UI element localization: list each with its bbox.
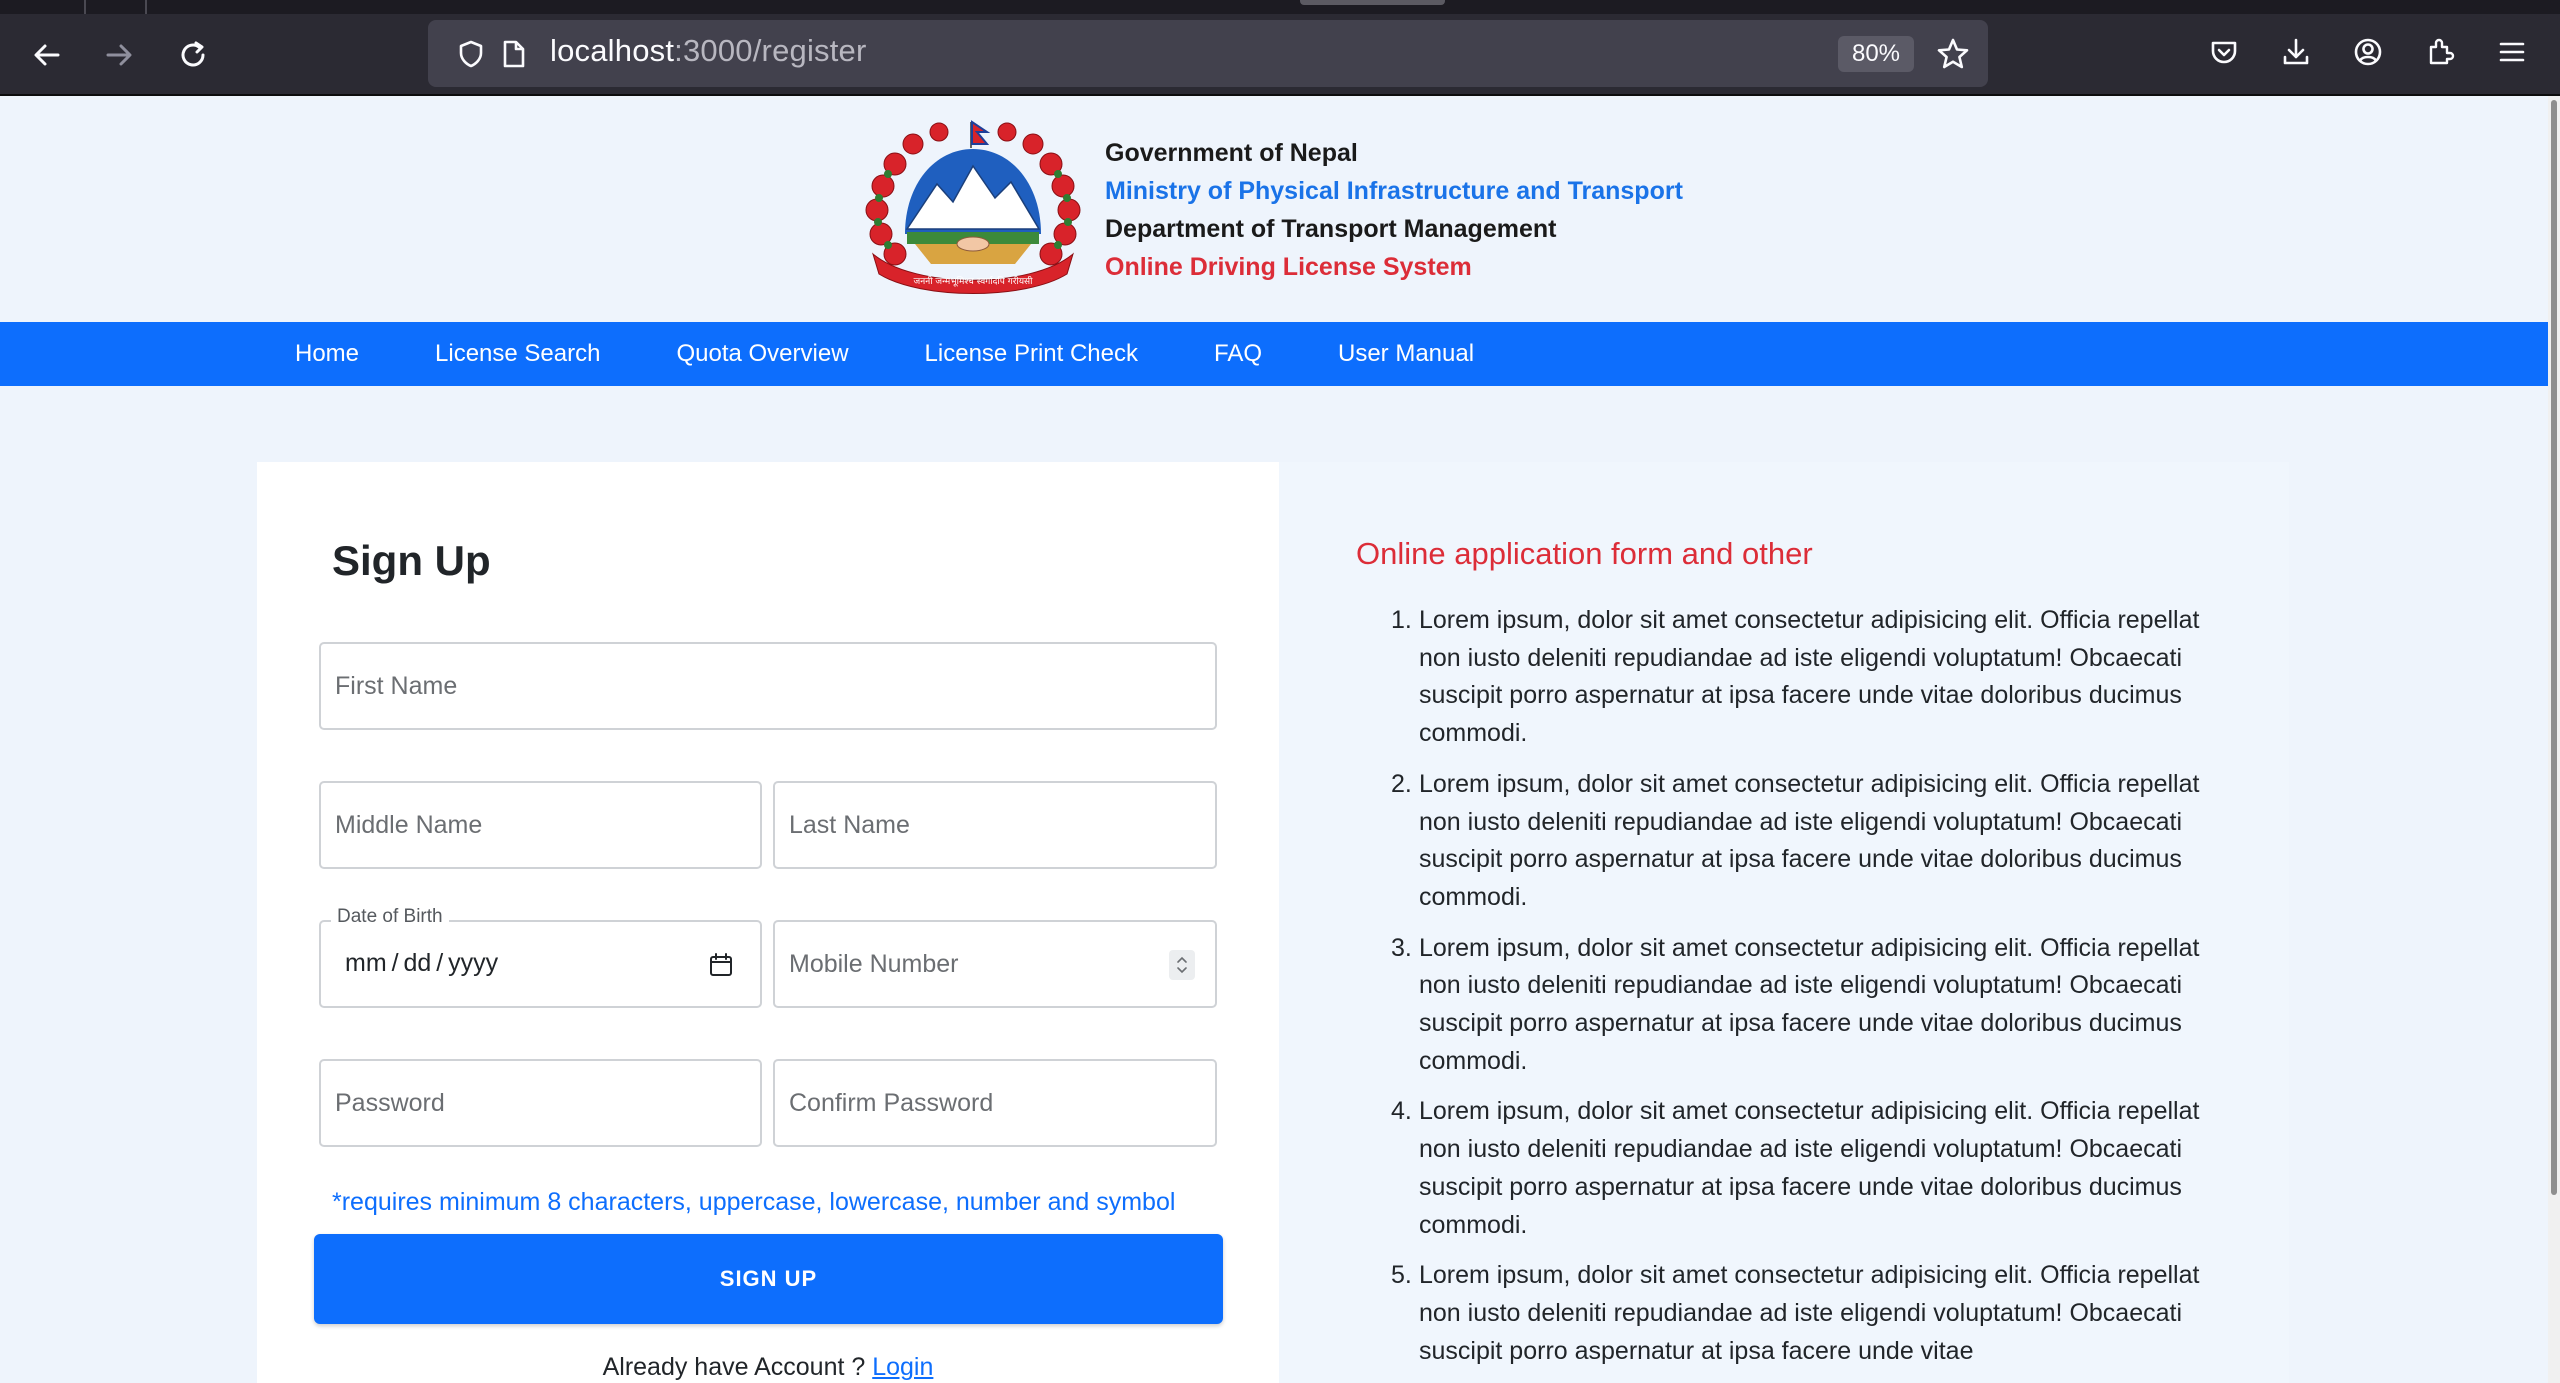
list-item-number: 5.: [1391, 1261, 1412, 1290]
list-item-text: Lorem ipsum, dolor sit amet consectetur …: [1419, 1261, 2200, 1365]
nav-item-license-search[interactable]: License Search: [435, 340, 600, 368]
back-button[interactable]: [22, 30, 72, 80]
middle-name-field[interactable]: [319, 781, 762, 869]
tab-separator: [84, 0, 86, 14]
list-item-number: 3.: [1391, 933, 1412, 962]
bookmark-star-icon[interactable]: [1936, 37, 1970, 71]
list-item-number: 2.: [1391, 769, 1412, 798]
tab-strip: [0, 0, 2560, 14]
login-link[interactable]: Login: [872, 1353, 933, 1381]
mobile-number-field[interactable]: [773, 920, 1217, 1008]
password-field[interactable]: [319, 1059, 762, 1147]
login-prompt: Already have Account ? Login: [257, 1353, 1279, 1382]
system-title: Online Driving License System: [1105, 253, 1472, 281]
header-titles: Government of Nepal Ministry of Physical…: [1105, 134, 1683, 286]
first-name-field[interactable]: [319, 642, 1217, 730]
nav-item-faq[interactable]: FAQ: [1214, 340, 1262, 368]
government-title: Government of Nepal: [1105, 139, 1358, 167]
nav-item-quota-overview[interactable]: Quota Overview: [676, 340, 848, 368]
nav-item-license-print-check[interactable]: License Print Check: [925, 340, 1138, 368]
forward-button[interactable]: [94, 30, 144, 80]
zoom-level-badge[interactable]: 80%: [1838, 36, 1914, 72]
nav-list: Home License Search Quota Overview Licen…: [295, 322, 1550, 386]
nav-item-home[interactable]: Home: [295, 340, 359, 368]
list-item-number: 4.: [1391, 1097, 1412, 1126]
hamburger-menu-icon[interactable]: [2494, 34, 2530, 70]
extensions-icon[interactable]: [2422, 34, 2458, 70]
list-item: 4. Lorem ipsum, dolor sit amet consectetu…: [1391, 1093, 2219, 1244]
department-title: Department of Transport Management: [1105, 215, 1557, 243]
emblem-motto: जननी जन्मभूमिश्च स्वर्गादपि गरीयसी: [914, 275, 1034, 287]
number-spinner-icon[interactable]: [1169, 950, 1195, 980]
sign-up-button[interactable]: SIGN UP: [314, 1234, 1223, 1324]
arrow-left-icon: [34, 44, 60, 66]
reload-button[interactable]: [168, 30, 218, 80]
list-item: 5. Lorem ipsum, dolor sit amet consectetu…: [1391, 1257, 2219, 1370]
scrollbar-thumb[interactable]: [2551, 100, 2557, 1195]
login-prompt-text: Already have Account ?: [602, 1353, 866, 1381]
list-item: 3. Lorem ipsum, dolor sit amet consectetu…: [1391, 930, 2219, 1081]
active-tab[interactable]: [1300, 0, 1445, 5]
date-of-birth-value[interactable]: mm / dd / yyyy: [345, 949, 498, 978]
url-host: localhost: [550, 33, 675, 68]
nepal-emblem-logo: जननी जन्मभूमिश्च स्वर्गादपि गरीयसी: [865, 120, 1081, 294]
list-item: 1. Lorem ipsum, dolor sit amet consectetu…: [1391, 602, 2219, 753]
shield-icon[interactable]: [456, 39, 486, 69]
list-item-text: Lorem ipsum, dolor sit amet consectetur …: [1419, 1097, 2200, 1239]
date-of-birth-label: Date of Birth: [331, 906, 449, 928]
address-bar[interactable]: localhost:3000/register 80%: [428, 20, 1988, 87]
password-input[interactable]: [335, 1061, 746, 1145]
list-item-number: 1.: [1391, 606, 1412, 634]
ministry-title: Ministry of Physical Infrastructure and …: [1105, 177, 1683, 205]
signup-title: Sign Up: [332, 537, 491, 584]
last-name-input[interactable]: [789, 783, 1201, 867]
reload-icon: [181, 41, 205, 67]
arrow-right-icon: [106, 44, 132, 66]
middle-name-input[interactable]: [335, 783, 746, 867]
site-header: जननी जन्मभूमिश्च स्वर्गादपि गरीयसी Gover…: [0, 96, 2548, 322]
mobile-number-input[interactable]: [789, 922, 1201, 1006]
password-requirements-hint: *requires minimum 8 characters, uppercas…: [332, 1188, 1176, 1216]
main-navbar: Home License Search Quota Overview Licen…: [0, 322, 2548, 386]
confirm-password-field[interactable]: [773, 1059, 1217, 1147]
first-name-input[interactable]: [335, 644, 1201, 728]
browser-toolbar: localhost:3000/register 80%: [0, 0, 2560, 95]
info-title: Online application form and other: [1356, 536, 1813, 571]
account-icon[interactable]: [2350, 34, 2386, 70]
page-icon[interactable]: [500, 39, 528, 69]
calendar-icon[interactable]: [708, 952, 734, 978]
signup-card: Sign Up Date of Birth mm / dd / yyyy *re: [257, 462, 1279, 1383]
date-of-birth-field[interactable]: Date of Birth mm / dd / yyyy: [319, 906, 762, 1008]
info-panel: Online application form and other 1. Lore…: [1279, 462, 2289, 1383]
url-text[interactable]: localhost:3000/register: [550, 33, 867, 69]
nav-item-user-manual[interactable]: User Manual: [1338, 340, 1474, 368]
confirm-password-input[interactable]: [789, 1061, 1201, 1145]
info-list: 1. Lorem ipsum, dolor sit amet consectetu…: [1391, 602, 2219, 1383]
last-name-field[interactable]: [773, 781, 1217, 869]
pocket-icon[interactable]: [2206, 34, 2242, 70]
tab-separator: [145, 0, 147, 14]
list-item-text: Lorem ipsum, dolor sit amet consectetur …: [1419, 769, 2200, 911]
list-item: 2. Lorem ipsum, dolor sit amet consectetu…: [1391, 766, 2219, 917]
url-path: :3000/register: [674, 33, 867, 68]
list-item-text: Lorem ipsum, dolor sit amet consectetur …: [1419, 933, 2200, 1075]
download-icon[interactable]: [2278, 34, 2314, 70]
list-item-text: Lorem ipsum, dolor sit amet consectetur …: [1419, 606, 2200, 748]
page-scrollbar[interactable]: [2548, 96, 2560, 1383]
